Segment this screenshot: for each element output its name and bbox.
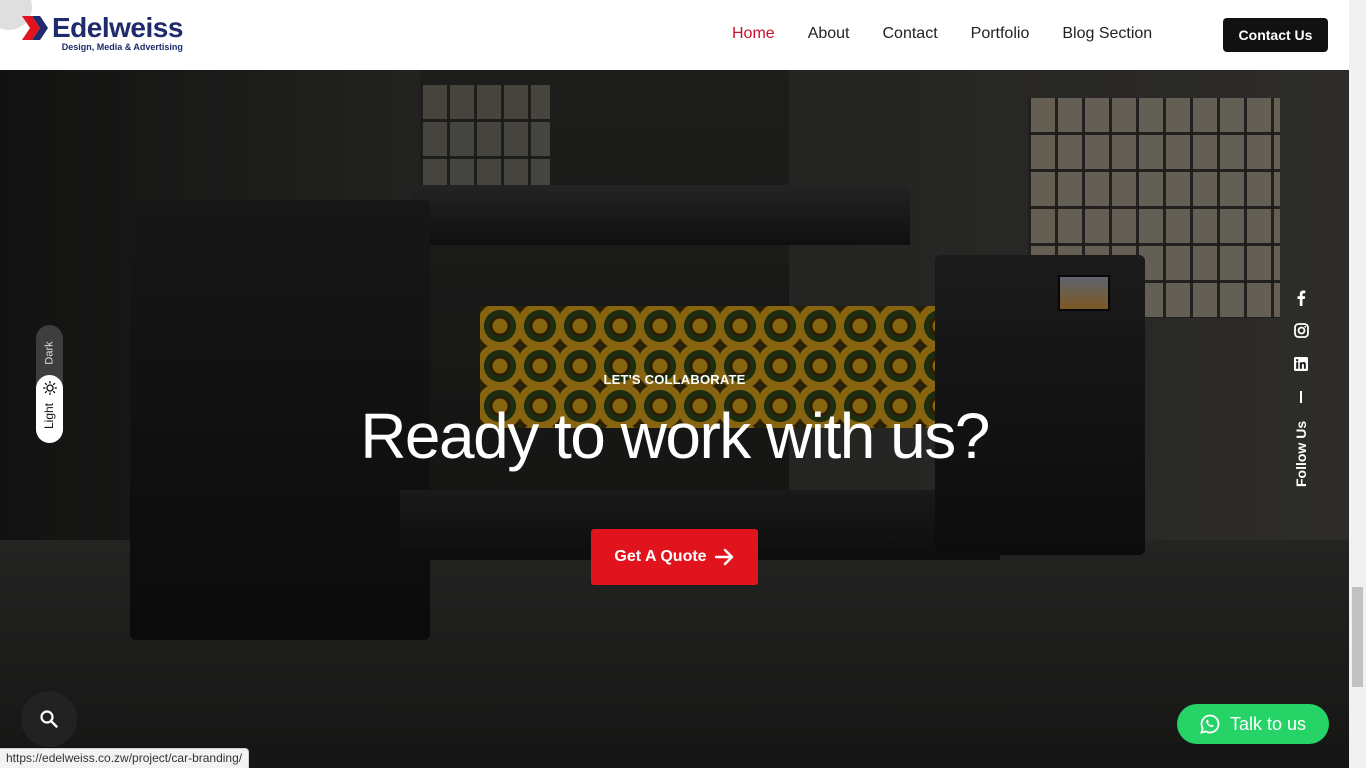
nav-about[interactable]: About [808,24,850,44]
hero-section: LET'S COLLABORATE Ready to work with us?… [0,70,1349,768]
sun-icon [42,381,57,395]
main-nav: Home About Contact Portfolio Blog Sectio… [732,24,1185,44]
facebook-icon[interactable] [1293,290,1309,306]
get-a-quote-label: Get A Quote [614,548,707,565]
theme-option-light[interactable]: Light [36,375,63,443]
follow-us-bar: Follow Us [1290,288,1312,498]
linkedin-icon[interactable] [1293,356,1309,372]
logo-name: Edelweiss [52,12,183,43]
hero-eyebrow: LET'S COLLABORATE [603,372,746,387]
hero-title: Ready to work with us? [360,400,990,472]
whatsapp-icon [1200,714,1220,734]
page-scrollbar[interactable] [1349,0,1366,768]
light-label: Light [42,402,57,430]
site-header: Edelweiss Design, Media & Advertising Ho… [0,0,1349,70]
follow-divider [1300,391,1302,403]
get-a-quote-button[interactable]: Get A Quote [591,529,758,585]
theme-option-dark[interactable]: Dark [36,331,63,375]
whatsapp-label: Talk to us [1229,713,1307,734]
nav-contact[interactable]: Contact [883,24,938,44]
scrollbar-thumb[interactable] [1352,587,1363,687]
logo-tagline: Design, Media & Advertising [61,42,183,52]
search-button[interactable] [21,691,77,747]
logo[interactable]: Edelweiss Design, Media & Advertising [20,14,183,53]
dark-label: Dark [43,341,56,365]
nav-blog-section[interactable]: Blog Section [1062,24,1152,44]
instagram-icon[interactable] [1293,322,1309,338]
follow-us-label: Follow Us [1293,420,1309,487]
theme-toggle[interactable]: Dark Light [36,325,63,443]
search-icon [40,710,58,728]
whatsapp-chat-button[interactable]: Talk to us [1177,704,1329,744]
contact-us-button[interactable]: Contact Us [1223,18,1328,52]
nav-portfolio[interactable]: Portfolio [971,24,1030,44]
link-preview-url: https://edelweiss.co.zw/project/car-bran… [0,748,250,768]
arrow-right-icon [714,548,733,566]
logo-mark-icon [20,14,50,42]
nav-home[interactable]: Home [732,24,775,44]
